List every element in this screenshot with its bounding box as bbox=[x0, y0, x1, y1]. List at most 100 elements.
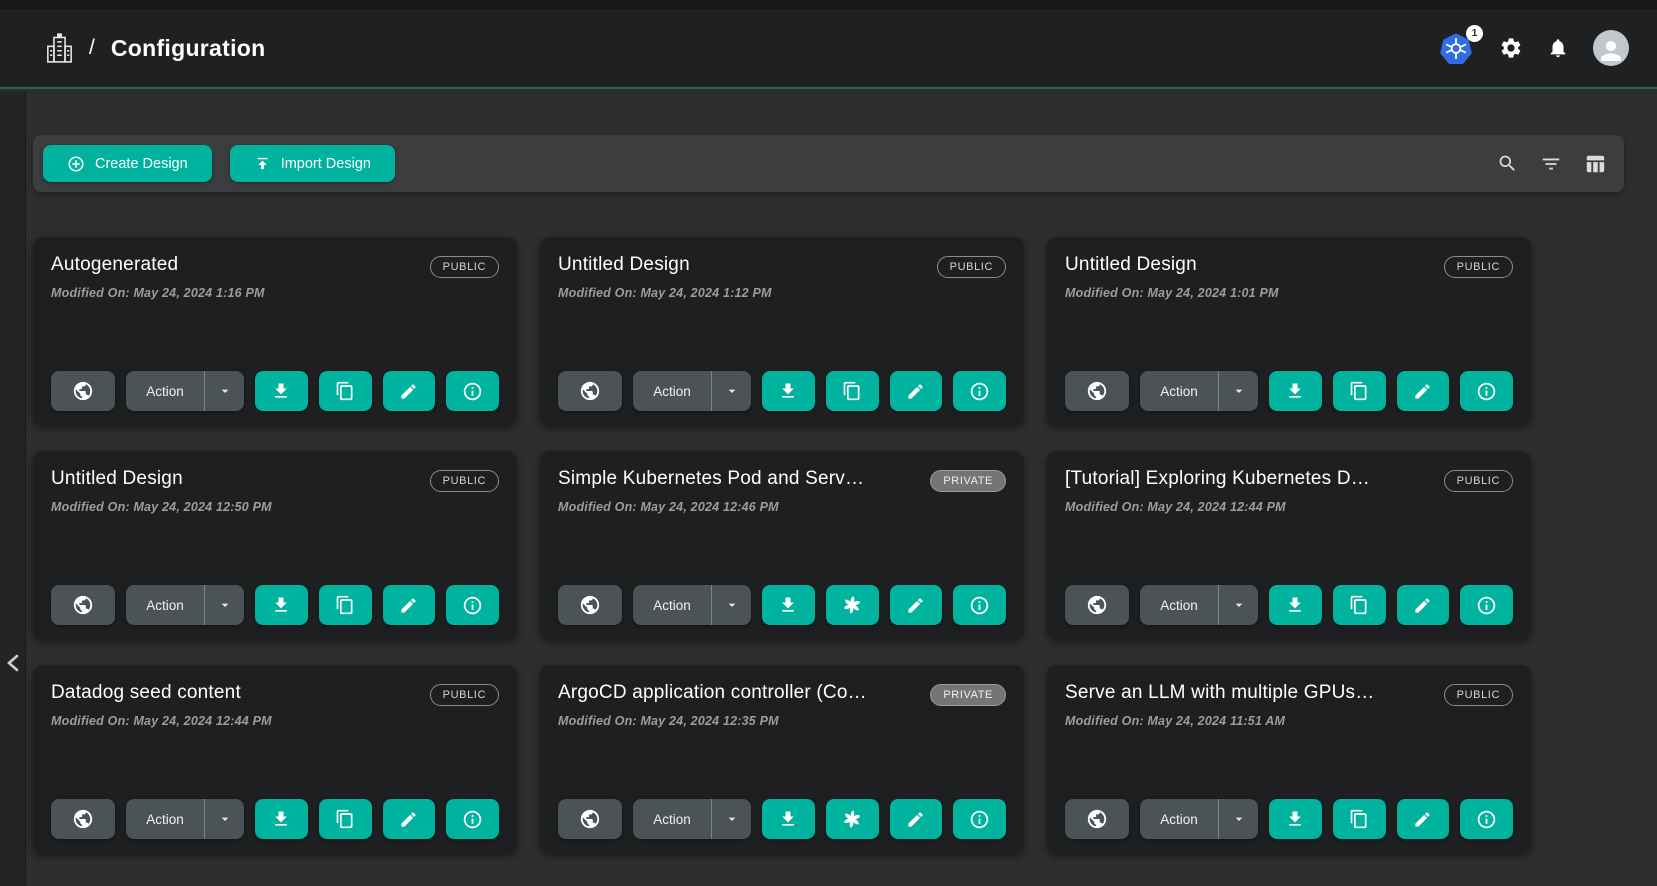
download-button[interactable] bbox=[255, 371, 308, 411]
settings-button[interactable] bbox=[1499, 36, 1523, 60]
clone-button[interactable] bbox=[319, 585, 372, 625]
clone-button[interactable] bbox=[1333, 585, 1386, 625]
visibility-badge: PUBLIC bbox=[430, 684, 499, 706]
design-card: ArgoCD application controller (Co… PRIVA… bbox=[540, 665, 1024, 853]
clone-button[interactable] bbox=[319, 371, 372, 411]
kubernetes-context-button[interactable]: 1 bbox=[1439, 31, 1475, 65]
edit-button[interactable] bbox=[383, 799, 436, 839]
visibility-globe-button[interactable] bbox=[1065, 799, 1129, 839]
download-button[interactable] bbox=[762, 799, 815, 839]
edit-button[interactable] bbox=[890, 585, 943, 625]
notification-count-badge: 1 bbox=[1466, 25, 1483, 42]
info-button[interactable] bbox=[953, 799, 1006, 839]
visibility-badge: PRIVATE bbox=[930, 684, 1006, 706]
search-button[interactable] bbox=[1497, 153, 1518, 174]
info-icon bbox=[969, 595, 990, 616]
visibility-globe-button[interactable] bbox=[51, 371, 115, 411]
action-dropdown-toggle[interactable] bbox=[1218, 799, 1258, 839]
download-button[interactable] bbox=[762, 585, 815, 625]
modified-on-text: Modified On: May 24, 2024 1:01 PM bbox=[1065, 286, 1513, 300]
visibility-globe-button[interactable] bbox=[558, 799, 622, 839]
visibility-globe-button[interactable] bbox=[1065, 585, 1129, 625]
info-button[interactable] bbox=[1460, 585, 1513, 625]
action-dropdown-toggle[interactable] bbox=[711, 371, 751, 411]
action-button[interactable]: Action bbox=[126, 371, 204, 411]
sidebar-collapse-chevron[interactable] bbox=[2, 648, 24, 678]
action-button[interactable]: Action bbox=[633, 585, 711, 625]
action-button[interactable]: Action bbox=[633, 799, 711, 839]
visibility-globe-button[interactable] bbox=[558, 371, 622, 411]
modified-on-text: Modified On: May 24, 2024 12:44 PM bbox=[51, 714, 499, 728]
download-button[interactable] bbox=[1269, 585, 1322, 625]
visibility-badge: PUBLIC bbox=[937, 256, 1006, 278]
clone-button[interactable] bbox=[319, 799, 372, 839]
design-swirl-button[interactable] bbox=[826, 799, 879, 839]
filter-list-icon bbox=[1540, 153, 1562, 175]
download-button[interactable] bbox=[762, 371, 815, 411]
caret-down-icon bbox=[1231, 811, 1247, 827]
edit-button[interactable] bbox=[383, 371, 436, 411]
action-button[interactable]: Action bbox=[126, 585, 204, 625]
action-dropdown-toggle[interactable] bbox=[1218, 585, 1258, 625]
notifications-button[interactable] bbox=[1547, 36, 1569, 60]
edit-button[interactable] bbox=[890, 799, 943, 839]
visibility-globe-button[interactable] bbox=[51, 799, 115, 839]
download-button[interactable] bbox=[255, 585, 308, 625]
action-dropdown-toggle[interactable] bbox=[711, 585, 751, 625]
import-design-button[interactable]: Import Design bbox=[230, 145, 395, 182]
modified-on-text: Modified On: May 24, 2024 1:16 PM bbox=[51, 286, 499, 300]
info-icon bbox=[462, 381, 483, 402]
edit-button[interactable] bbox=[890, 371, 943, 411]
action-button[interactable]: Action bbox=[1140, 585, 1218, 625]
download-button[interactable] bbox=[1269, 371, 1322, 411]
visibility-globe-button[interactable] bbox=[1065, 371, 1129, 411]
action-dropdown-toggle[interactable] bbox=[204, 585, 244, 625]
action-split-button: Action bbox=[126, 585, 244, 625]
edit-button[interactable] bbox=[1397, 799, 1450, 839]
action-dropdown-toggle[interactable] bbox=[204, 799, 244, 839]
action-button[interactable]: Action bbox=[126, 799, 204, 839]
globe-icon bbox=[72, 380, 94, 402]
clone-button[interactable] bbox=[1333, 799, 1386, 839]
action-dropdown-toggle[interactable] bbox=[1218, 371, 1258, 411]
table-view-button[interactable] bbox=[1584, 153, 1606, 175]
info-icon bbox=[462, 809, 483, 830]
design-swirl-button[interactable] bbox=[826, 585, 879, 625]
user-avatar[interactable] bbox=[1593, 30, 1629, 66]
clone-button[interactable] bbox=[1333, 371, 1386, 411]
info-button[interactable] bbox=[446, 371, 499, 411]
info-button[interactable] bbox=[446, 799, 499, 839]
design-title: Datadog seed content bbox=[51, 682, 241, 704]
action-button[interactable]: Action bbox=[633, 371, 711, 411]
download-button[interactable] bbox=[1269, 799, 1322, 839]
caret-down-icon bbox=[724, 383, 740, 399]
caret-down-icon bbox=[1231, 597, 1247, 613]
info-button[interactable] bbox=[446, 585, 499, 625]
edit-button[interactable] bbox=[1397, 585, 1450, 625]
action-dropdown-toggle[interactable] bbox=[711, 799, 751, 839]
create-design-button[interactable]: Create Design bbox=[43, 145, 212, 182]
design-card: Simple Kubernetes Pod and Serv… PRIVATE … bbox=[540, 451, 1024, 639]
download-button[interactable] bbox=[255, 799, 308, 839]
globe-icon bbox=[1086, 808, 1108, 830]
info-button[interactable] bbox=[1460, 799, 1513, 839]
info-button[interactable] bbox=[953, 585, 1006, 625]
bell-icon bbox=[1547, 36, 1569, 60]
action-button[interactable]: Action bbox=[1140, 371, 1218, 411]
download-icon bbox=[1285, 595, 1305, 615]
info-button[interactable] bbox=[1460, 371, 1513, 411]
edit-button[interactable] bbox=[1397, 371, 1450, 411]
edit-button[interactable] bbox=[383, 585, 436, 625]
clone-button[interactable] bbox=[826, 371, 879, 411]
visibility-globe-button[interactable] bbox=[558, 585, 622, 625]
visibility-globe-button[interactable] bbox=[51, 585, 115, 625]
caret-down-icon bbox=[217, 597, 233, 613]
design-card-grid: Autogenerated PUBLIC Modified On: May 24… bbox=[33, 237, 1531, 853]
action-button[interactable]: Action bbox=[1140, 799, 1218, 839]
action-split-button: Action bbox=[126, 371, 244, 411]
person-icon bbox=[1596, 36, 1626, 66]
action-dropdown-toggle[interactable] bbox=[204, 371, 244, 411]
design-card: Untitled Design PUBLIC Modified On: May … bbox=[1047, 237, 1531, 425]
filter-button[interactable] bbox=[1540, 153, 1562, 175]
info-button[interactable] bbox=[953, 371, 1006, 411]
